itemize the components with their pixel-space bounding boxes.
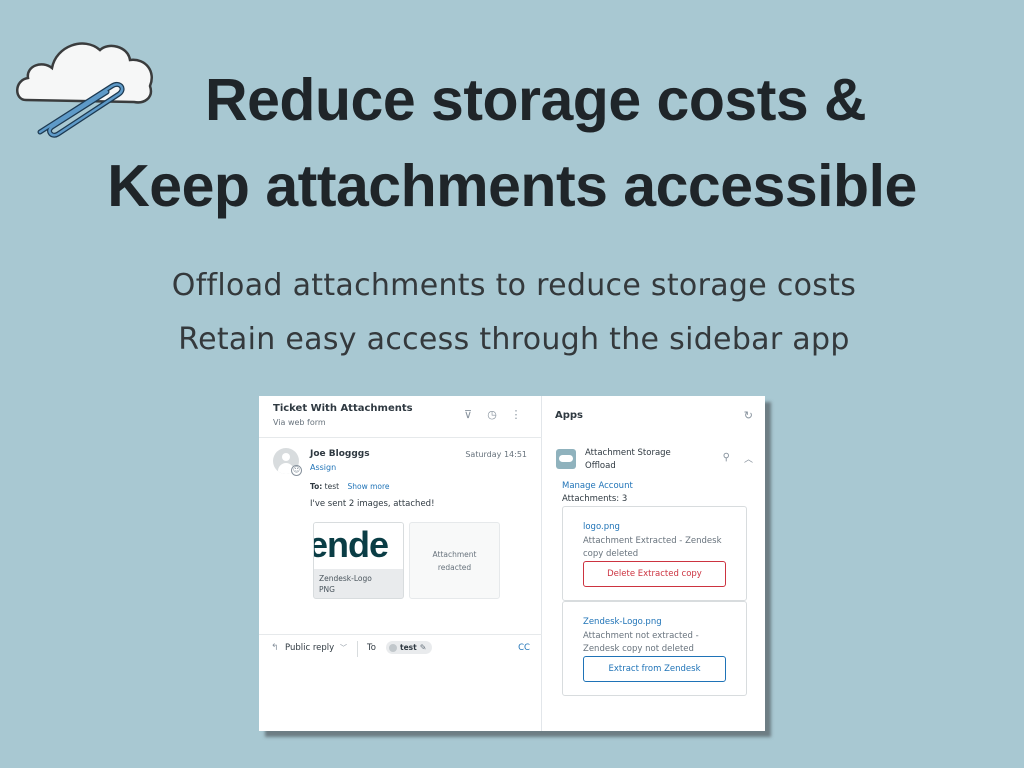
attachments-count: Attachments: 3 bbox=[562, 494, 628, 504]
attachment-redacted: Attachment redacted bbox=[409, 522, 500, 599]
show-more-link[interactable]: Show more bbox=[347, 482, 389, 491]
attachment-thumbnail[interactable]: ende Zendesk-Logo PNG bbox=[313, 522, 404, 599]
attachment-card: logo.png Attachment Extracted - Zendesk … bbox=[562, 506, 747, 601]
reply-bar: ↰ Public reply ﹀ To test ✎ CC bbox=[259, 634, 542, 664]
user-icon bbox=[389, 643, 397, 652]
reply-to-label: To bbox=[367, 643, 376, 653]
delete-extracted-copy-button[interactable]: Delete Extracted copy bbox=[583, 561, 726, 587]
sender-name[interactable]: Joe Blogggs bbox=[310, 449, 370, 459]
app-name: Attachment Storage Offload bbox=[585, 448, 671, 471]
attachment-status: Attachment not extracted - Zendesk copy … bbox=[583, 631, 699, 654]
headline-line-1: Reduce storage costs & bbox=[205, 67, 867, 133]
attachment-card: Zendesk-Logo.png Attachment not extracte… bbox=[562, 601, 747, 696]
attachment-status: Attachment Extracted - Zendesk copy dele… bbox=[583, 536, 722, 559]
chevron-up-icon[interactable]: ︿ bbox=[744, 452, 753, 465]
extract-from-zendesk-button[interactable]: Extract from Zendesk bbox=[583, 656, 726, 682]
filter-icon[interactable]: ⊽ bbox=[462, 408, 474, 421]
ticket-channel: Via web form bbox=[273, 418, 326, 427]
assign-link[interactable]: Assign bbox=[310, 463, 336, 472]
ticket-panel: Ticket With Attachments Via web form ⊽ ◷… bbox=[259, 396, 542, 731]
attachment-name: Zendesk-Logo bbox=[319, 574, 372, 583]
pin-icon[interactable]: ⚲ bbox=[723, 452, 730, 463]
more-vertical-icon[interactable]: ⋮ bbox=[510, 408, 522, 421]
attachment-filename-link[interactable]: logo.png bbox=[583, 522, 620, 532]
headline-line-2: Keep attachments accessible bbox=[107, 153, 917, 219]
recipient-chip[interactable]: test ✎ bbox=[386, 641, 433, 654]
reply-icon: ↰ bbox=[271, 643, 279, 653]
attachment-filename-link[interactable]: Zendesk-Logo.png bbox=[583, 617, 662, 627]
attachment-type: PNG bbox=[319, 585, 335, 594]
divider bbox=[357, 641, 358, 657]
subheadline-line-1: Offload attachments to reduce storage co… bbox=[171, 268, 857, 303]
recipient-line: To: test Show more bbox=[310, 482, 390, 491]
apps-panel: Apps ↻ Attachment Storage Offload ⚲ ︿ Ma… bbox=[543, 396, 765, 731]
chevron-down-icon[interactable]: ﹀ bbox=[340, 643, 347, 653]
message-timestamp: Saturday 14:51 bbox=[465, 450, 527, 459]
ticket-title: Ticket With Attachments bbox=[273, 403, 413, 414]
ticket-header: Ticket With Attachments Via web form ⊽ ◷… bbox=[259, 396, 542, 438]
to-label: To: bbox=[310, 482, 323, 491]
message-body: I've sent 2 images, attached! bbox=[310, 499, 435, 509]
cloud-paperclip-icon bbox=[16, 42, 153, 138]
history-icon[interactable]: ◷ bbox=[486, 408, 498, 421]
attachment-preview-image: ende bbox=[314, 523, 403, 569]
apps-title: Apps bbox=[555, 410, 584, 421]
user-badge-icon: ☺ bbox=[291, 465, 302, 476]
to-value: test bbox=[324, 482, 340, 491]
subheadline-line-2: Retain easy access through the sidebar a… bbox=[178, 322, 850, 357]
refresh-icon[interactable]: ↻ bbox=[744, 409, 753, 422]
pencil-icon[interactable]: ✎ bbox=[420, 643, 427, 652]
zendesk-screenshot: Ticket With Attachments Via web form ⊽ ◷… bbox=[259, 396, 765, 731]
manage-account-link[interactable]: Manage Account bbox=[562, 481, 633, 491]
reply-mode-dropdown[interactable]: Public reply bbox=[285, 643, 334, 653]
cc-link[interactable]: CC bbox=[518, 643, 530, 653]
app-logo-icon bbox=[556, 449, 576, 469]
